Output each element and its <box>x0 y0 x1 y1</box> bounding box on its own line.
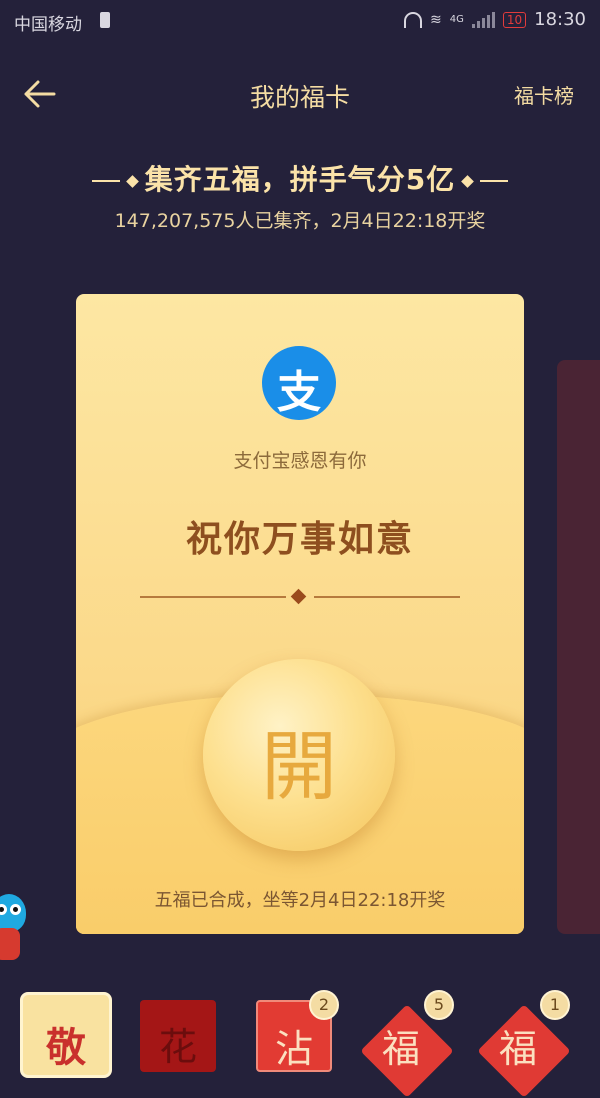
fu-card-glyph: 花 <box>158 1025 197 1069</box>
diamond-icon <box>461 174 475 188</box>
page-title: 我的福卡 <box>249 83 350 112</box>
alipay-logo-icon: 支 <box>262 346 336 420</box>
rank-link[interactable]: 福卡榜 <box>514 80 574 109</box>
card-thanks-text: 支付宝感恩有你 <box>233 450 367 472</box>
open-button[interactable]: 開 <box>203 659 395 851</box>
network-type: 4G <box>449 14 464 25</box>
mascot-eye <box>10 904 21 915</box>
carrier-label: 中国移动 <box>14 15 82 35</box>
fu-card-glyph: 敬 <box>46 1025 86 1071</box>
decor-dash <box>91 180 120 182</box>
campaign-subline: 147,207,575人已集齐，2月4日22:18开奖 <box>114 210 486 232</box>
headphone-icon <box>403 11 422 28</box>
card-count-badge: 5 <box>424 990 454 1020</box>
wifi-icon: ≋ <box>429 11 442 28</box>
alipay-logo-glyph: 支 <box>277 367 321 418</box>
fu-card-tray: 敬 花 沾 2 福 5 福 1 <box>0 990 600 1098</box>
mascot-icon[interactable] <box>0 888 32 968</box>
sim-icon <box>100 12 110 28</box>
signal-icon <box>471 11 495 28</box>
blessing-card[interactable]: 支 支付宝感恩有你 祝你万事如意 開 五福已合成，坐等2月4日22:18开奖 <box>76 294 524 934</box>
card-count-badge: 2 <box>309 990 339 1020</box>
mascot-body <box>0 928 20 960</box>
diamond-icon <box>125 174 139 188</box>
campaign-headline: 集齐五福，拼手气分5亿 <box>0 158 600 198</box>
card-footnote: 五福已合成，坐等2月4日22:18开奖 <box>154 890 446 911</box>
clock: 18:30 <box>534 9 586 30</box>
headline-text: 集齐五福，拼手气分5亿 <box>144 163 456 196</box>
nav-header: 我的福卡 福卡榜 <box>0 62 600 126</box>
fu-card-selected[interactable]: 敬 <box>20 992 112 1078</box>
card-wish-text: 祝你万事如意 <box>185 519 414 560</box>
next-card-peek[interactable] <box>557 360 600 934</box>
decor-dash <box>480 180 509 182</box>
open-label: 開 <box>261 722 337 811</box>
fu-card[interactable]: 花 <box>140 1000 216 1072</box>
divider-line <box>140 596 286 598</box>
card-count-badge: 1 <box>540 990 570 1020</box>
battery-icon: 10 <box>502 11 527 28</box>
status-bar: 中国移动 ≋ 4G 10 18:30 <box>0 0 600 42</box>
diamond-icon <box>290 588 307 605</box>
divider-line <box>314 596 460 598</box>
